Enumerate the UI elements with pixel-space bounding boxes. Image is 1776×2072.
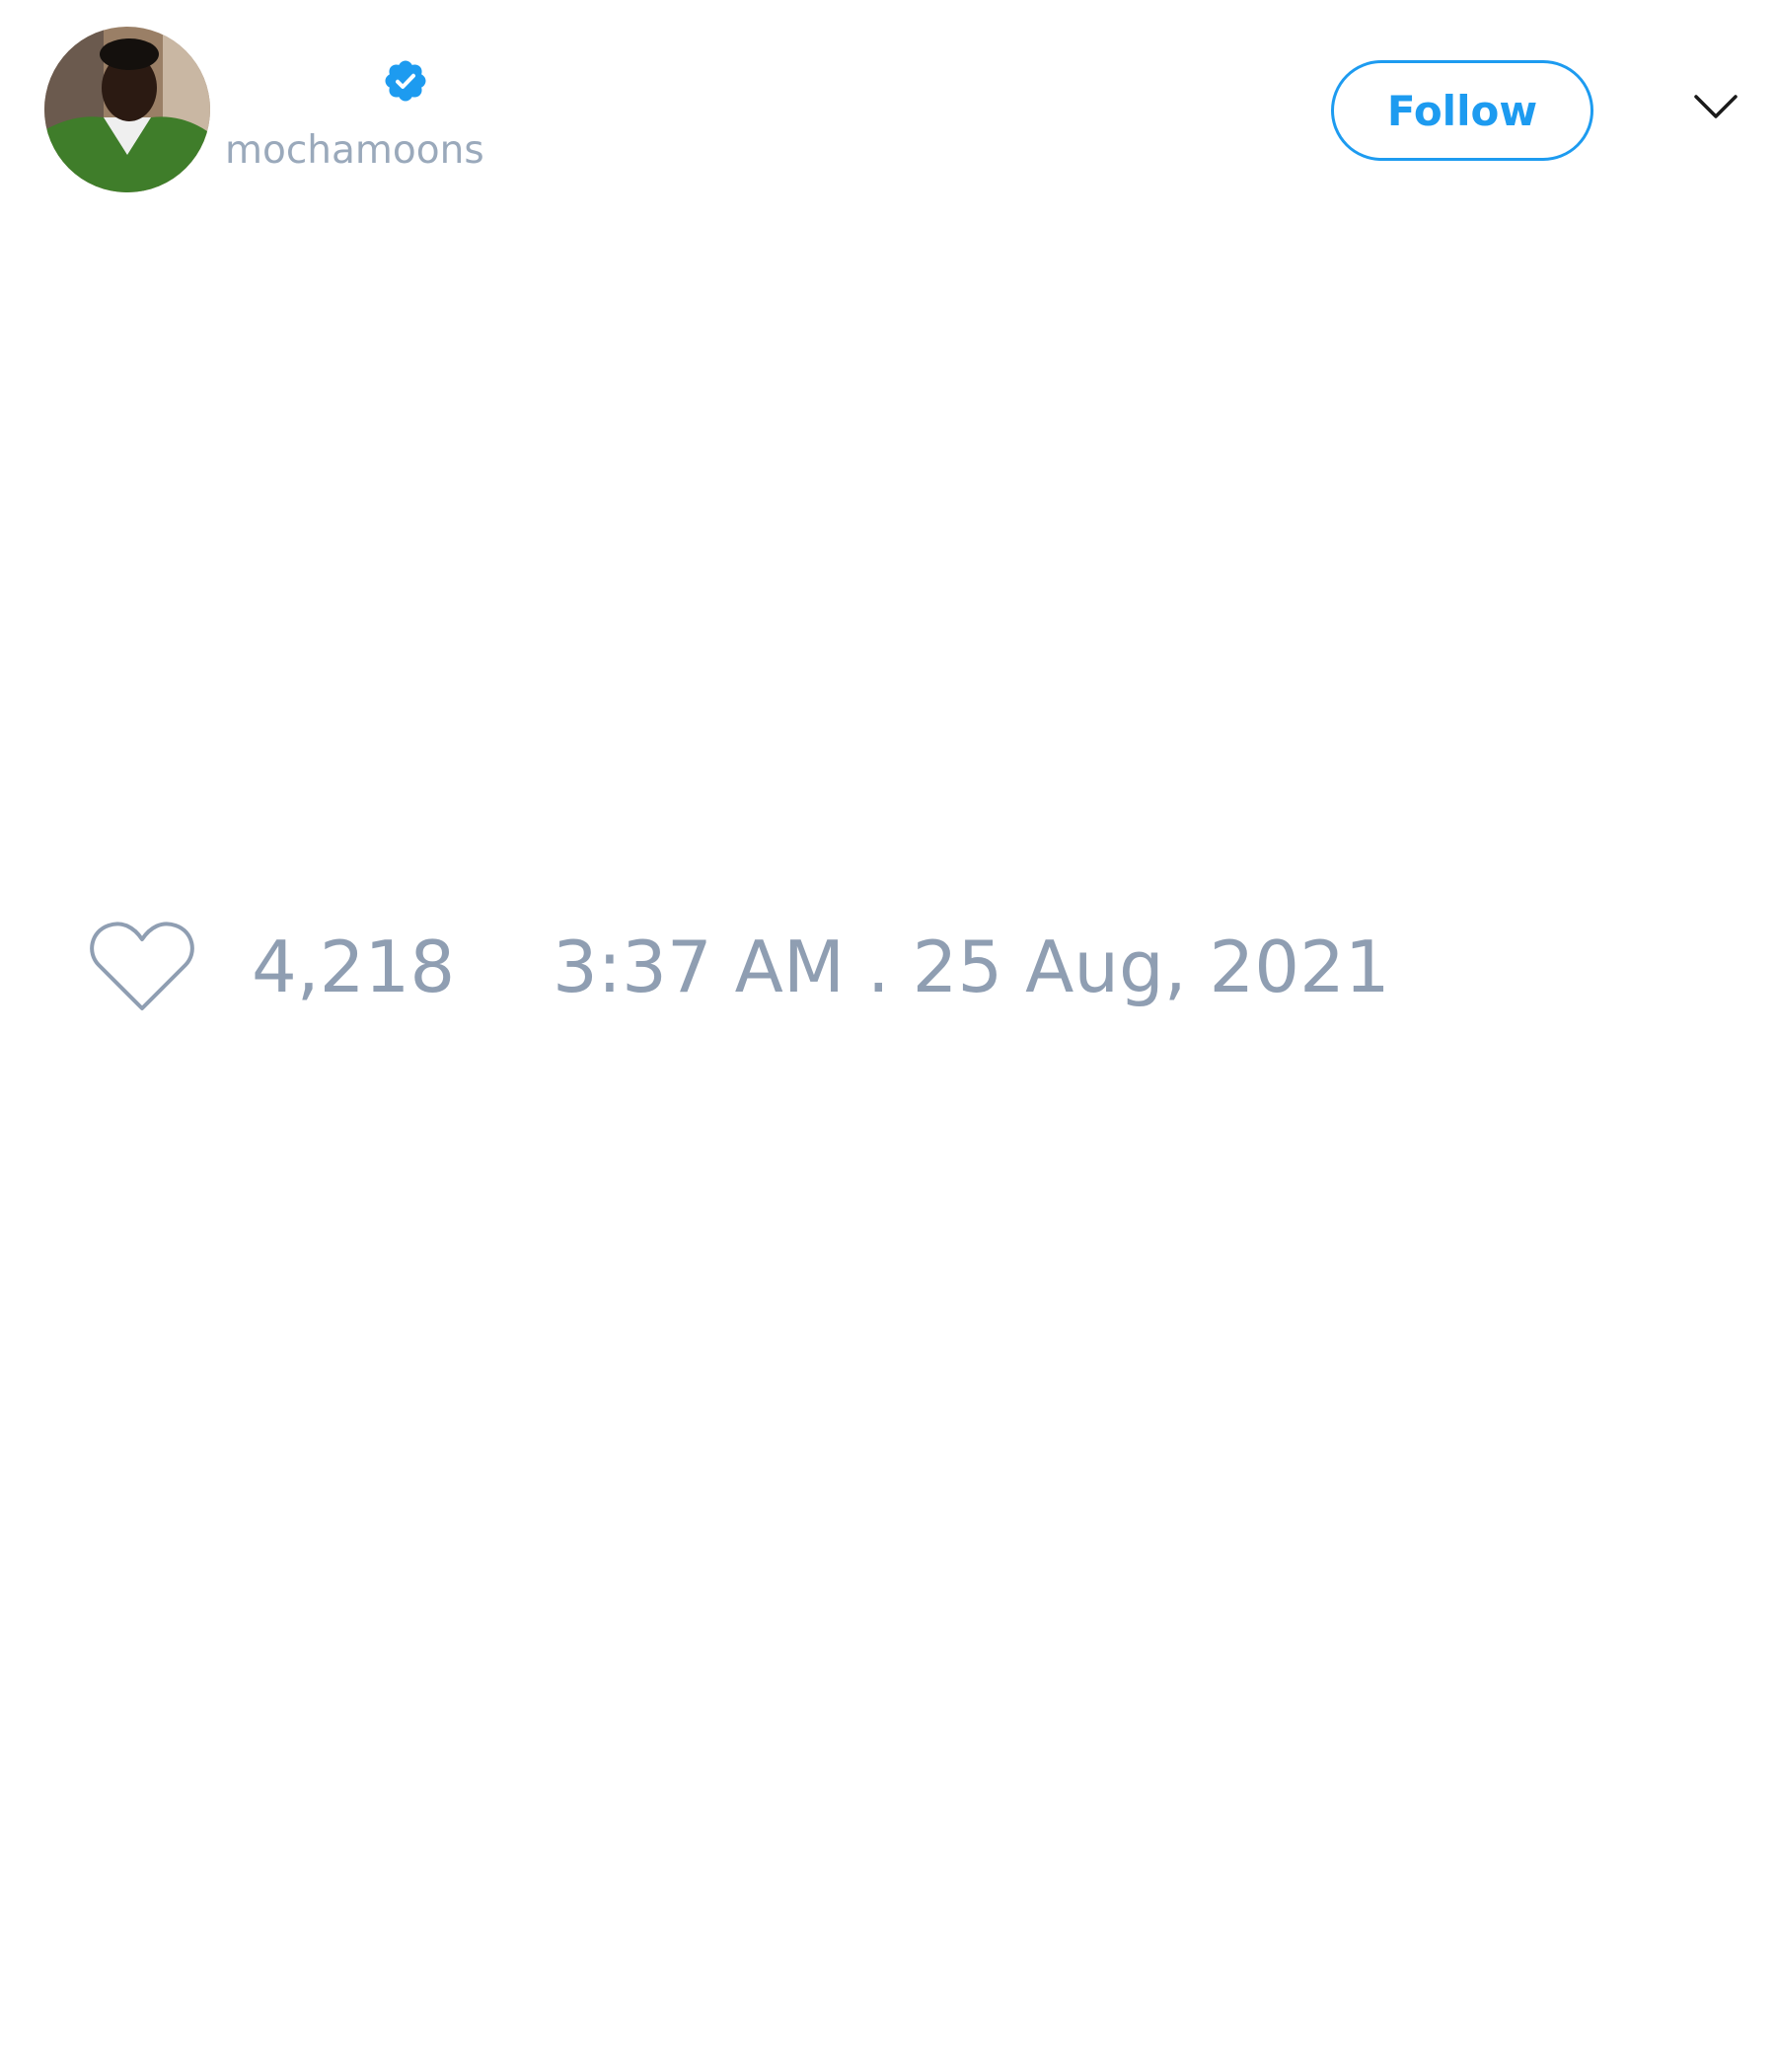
like-count: 4,218 xyxy=(252,925,456,1008)
verified-badge-icon xyxy=(385,60,426,102)
avatar-image xyxy=(44,27,210,192)
author-handle[interactable]: mochamoons xyxy=(225,126,484,176)
chevron-down-icon[interactable] xyxy=(1692,91,1739,126)
follow-button[interactable]: Follow xyxy=(1331,60,1593,161)
heart-outline-icon[interactable] xyxy=(89,920,195,1014)
avatar[interactable] xyxy=(44,27,210,192)
tweet-timestamp[interactable]: 3:37 AM . 25 Aug, 2021 xyxy=(553,927,1390,1006)
